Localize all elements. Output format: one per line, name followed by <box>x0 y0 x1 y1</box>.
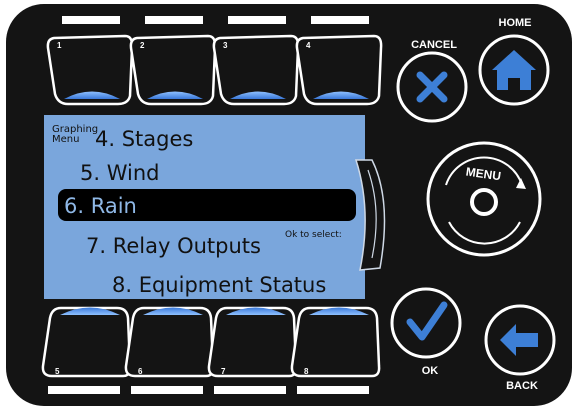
menu-dial[interactable]: MENU <box>426 141 542 257</box>
function-key-number: 5 <box>55 367 60 376</box>
back-label: BACK <box>506 380 538 392</box>
function-key-number: 2 <box>140 41 145 50</box>
function-key-3[interactable]: 3 <box>212 34 300 106</box>
screen-title-line2: Menu <box>52 134 79 145</box>
back-button[interactable] <box>484 304 556 376</box>
home-button[interactable] <box>478 34 550 106</box>
cancel-button[interactable] <box>396 51 468 123</box>
function-key-6[interactable]: 6 <box>124 306 215 378</box>
home-label: HOME <box>499 17 532 29</box>
ok-label: OK <box>422 365 439 377</box>
function-key-7[interactable]: 7 <box>207 306 298 378</box>
menu-item-relay-outputs[interactable]: 7. Relay Outputs <box>86 234 261 258</box>
function-key-4[interactable]: 4 <box>295 34 383 106</box>
function-key-number: 8 <box>304 367 309 376</box>
function-key-number: 4 <box>306 41 311 50</box>
ok-to-select-hint: Ok to select: <box>285 230 342 240</box>
lcd-screen: Graphing Menu 4. Stages 5. Wind 6. Rain … <box>44 115 386 299</box>
function-key-8[interactable]: 8 <box>290 306 381 378</box>
function-key-1[interactable]: 1 <box>46 34 134 106</box>
function-key-number: 6 <box>138 367 143 376</box>
menu-item-rain[interactable]: 6. Rain <box>64 194 137 218</box>
ok-button[interactable] <box>390 287 462 359</box>
menu-item-equipment-status[interactable]: 8. Equipment Status <box>112 273 326 297</box>
function-key-number: 1 <box>57 41 62 50</box>
menu-item-wind[interactable]: 5. Wind <box>80 161 160 185</box>
cancel-label: CANCEL <box>411 39 457 51</box>
menu-item-stages[interactable]: 4. Stages <box>95 127 193 151</box>
function-key-number: 7 <box>221 367 226 376</box>
function-key-5[interactable]: 5 <box>41 306 132 378</box>
function-key-number: 3 <box>223 41 228 50</box>
device-panel: 1 2 3 4 Graphing Menu 4. Stages 5. Wind … <box>6 4 572 406</box>
function-key-2[interactable]: 2 <box>129 34 217 106</box>
